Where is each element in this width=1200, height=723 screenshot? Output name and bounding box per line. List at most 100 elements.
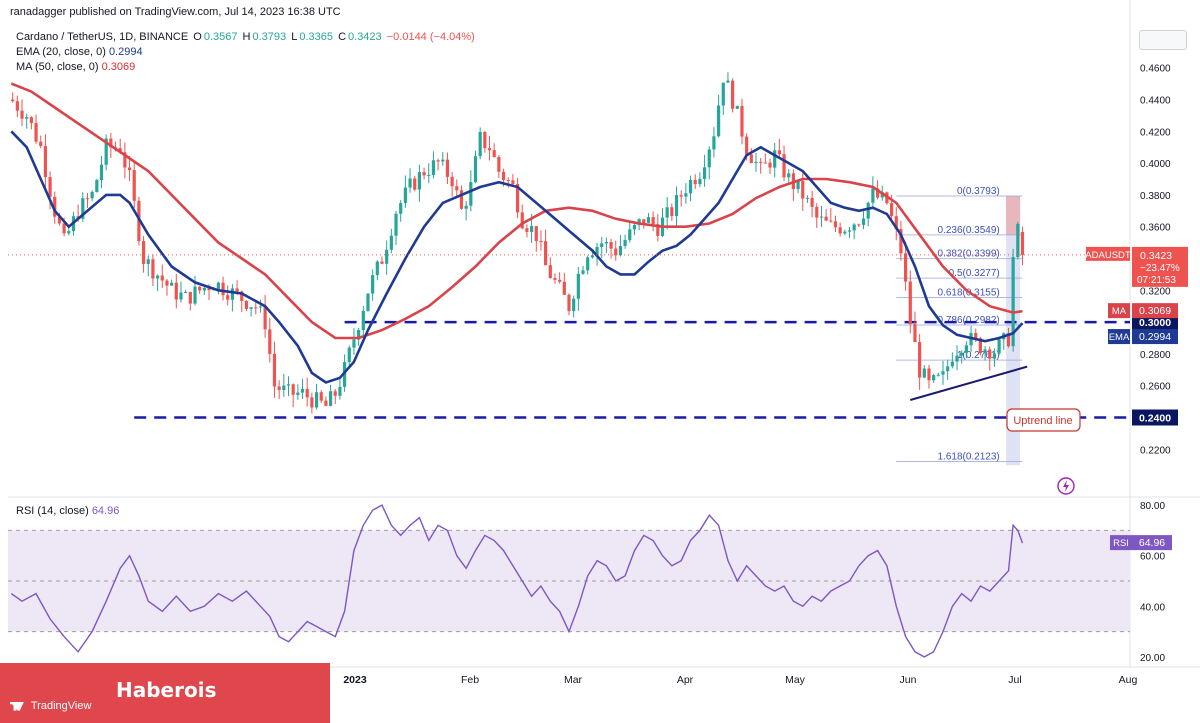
candle-body: [179, 292, 183, 300]
candle-body: [338, 386, 342, 396]
candle-body: [548, 265, 552, 279]
indicator-tag-label: EMA: [1109, 332, 1130, 343]
rsi-tick-label: 20.00: [1140, 653, 1165, 664]
candle-body: [688, 179, 693, 194]
candle-body: [955, 355, 959, 362]
candle-body: [11, 99, 15, 102]
last-price-change: −23.47%: [1140, 263, 1180, 274]
candle-body: [300, 388, 305, 393]
candle-body: [787, 173, 791, 178]
candle-body: [235, 288, 239, 292]
candle-body: [221, 282, 225, 296]
candle-body: [623, 240, 627, 247]
candle-body: [455, 186, 459, 191]
candle-body: [801, 181, 805, 199]
lightning-bolt-icon: [1063, 480, 1069, 492]
candle-body: [25, 117, 29, 119]
candle-body: [735, 105, 739, 109]
time-axis-label: Feb: [461, 674, 479, 686]
indicator-tag-label: MA: [1112, 306, 1127, 317]
countdown-timer: 07:21:53: [1137, 275, 1176, 286]
candle-body: [366, 293, 370, 311]
time-axis-label: Aug: [1119, 674, 1138, 686]
candle-body: [464, 205, 468, 209]
candle-body: [702, 167, 707, 179]
candle-body: [936, 374, 940, 376]
candle-body: [380, 261, 384, 264]
candle-body: [193, 286, 197, 304]
candle-body: [833, 221, 838, 228]
candle-body: [371, 275, 375, 294]
candle-body: [679, 195, 683, 197]
candle-body: [544, 241, 548, 266]
candle-body: [628, 229, 632, 241]
candle-body: [170, 282, 174, 286]
time-axis-label: 2023: [343, 674, 367, 686]
candle-body: [43, 146, 47, 178]
tradingview-logo: TradingView: [10, 700, 91, 712]
candle-body: [67, 231, 71, 234]
candle-body: [815, 206, 819, 218]
candle-body: [614, 248, 618, 256]
candle-body: [642, 219, 646, 223]
candle-body: [62, 223, 66, 234]
candle-body: [156, 275, 160, 279]
fib-level-label: 0.786(0.2982): [937, 315, 999, 326]
candle-body: [525, 228, 529, 232]
candle-body: [333, 391, 337, 396]
candle-body: [932, 375, 936, 381]
candle-body: [328, 391, 333, 406]
candle-body: [918, 342, 922, 378]
candle-body: [759, 161, 763, 163]
candle-body: [768, 162, 772, 168]
candle-body: [436, 160, 440, 162]
candle-body: [450, 176, 454, 187]
candle-body: [226, 295, 230, 300]
candle-body: [941, 371, 945, 375]
candle-body: [431, 160, 436, 175]
candle-body: [473, 156, 478, 183]
candle-body: [399, 203, 403, 214]
candle-body: [188, 291, 192, 304]
price-tick-label: 0.3200: [1140, 286, 1171, 297]
chart-canvas[interactable]: 0.4600 0.4400 0.4200 0.4000 0.3800 0.3600 0.32…: [0, 0, 1200, 723]
candle-body: [572, 298, 576, 312]
candle-body: [445, 159, 450, 177]
candle-body: [258, 306, 263, 308]
price-tick-label: 0.3800: [1140, 191, 1171, 202]
candle-body: [469, 182, 473, 206]
candle-body: [707, 149, 711, 168]
candle-body: [314, 392, 319, 408]
candle-body: [319, 392, 323, 401]
candle-body: [581, 270, 585, 274]
candle-body: [763, 162, 767, 164]
candle-body: [773, 150, 777, 168]
candle-body: [553, 278, 557, 280]
candle-body: [721, 82, 725, 106]
candle-body: [908, 281, 912, 325]
tradingview-mark-icon: [10, 701, 24, 711]
candle-body: [29, 117, 33, 124]
candle-body: [731, 80, 735, 109]
candle-body: [913, 324, 917, 343]
candle-body: [670, 207, 674, 217]
candle-body: [600, 243, 604, 247]
candle-body: [422, 172, 426, 176]
price-tick-label: 0.2200: [1140, 445, 1171, 456]
candle-body: [665, 207, 669, 218]
candle-body: [866, 202, 870, 219]
candle-body: [819, 216, 824, 218]
candle-body: [511, 180, 515, 184]
candle-body: [988, 349, 992, 359]
price-tick-label: 0.4200: [1140, 127, 1171, 138]
candle-body: [740, 105, 744, 137]
candle-body: [726, 80, 730, 83]
candle-body: [151, 259, 155, 279]
candle-body: [277, 386, 281, 390]
candle-body: [576, 273, 580, 299]
candle-body: [997, 339, 1001, 354]
candle-body: [693, 179, 697, 185]
indicator-value-label: 0.3069: [1139, 305, 1171, 317]
candle-body: [361, 310, 365, 331]
candle-body: [202, 287, 206, 291]
